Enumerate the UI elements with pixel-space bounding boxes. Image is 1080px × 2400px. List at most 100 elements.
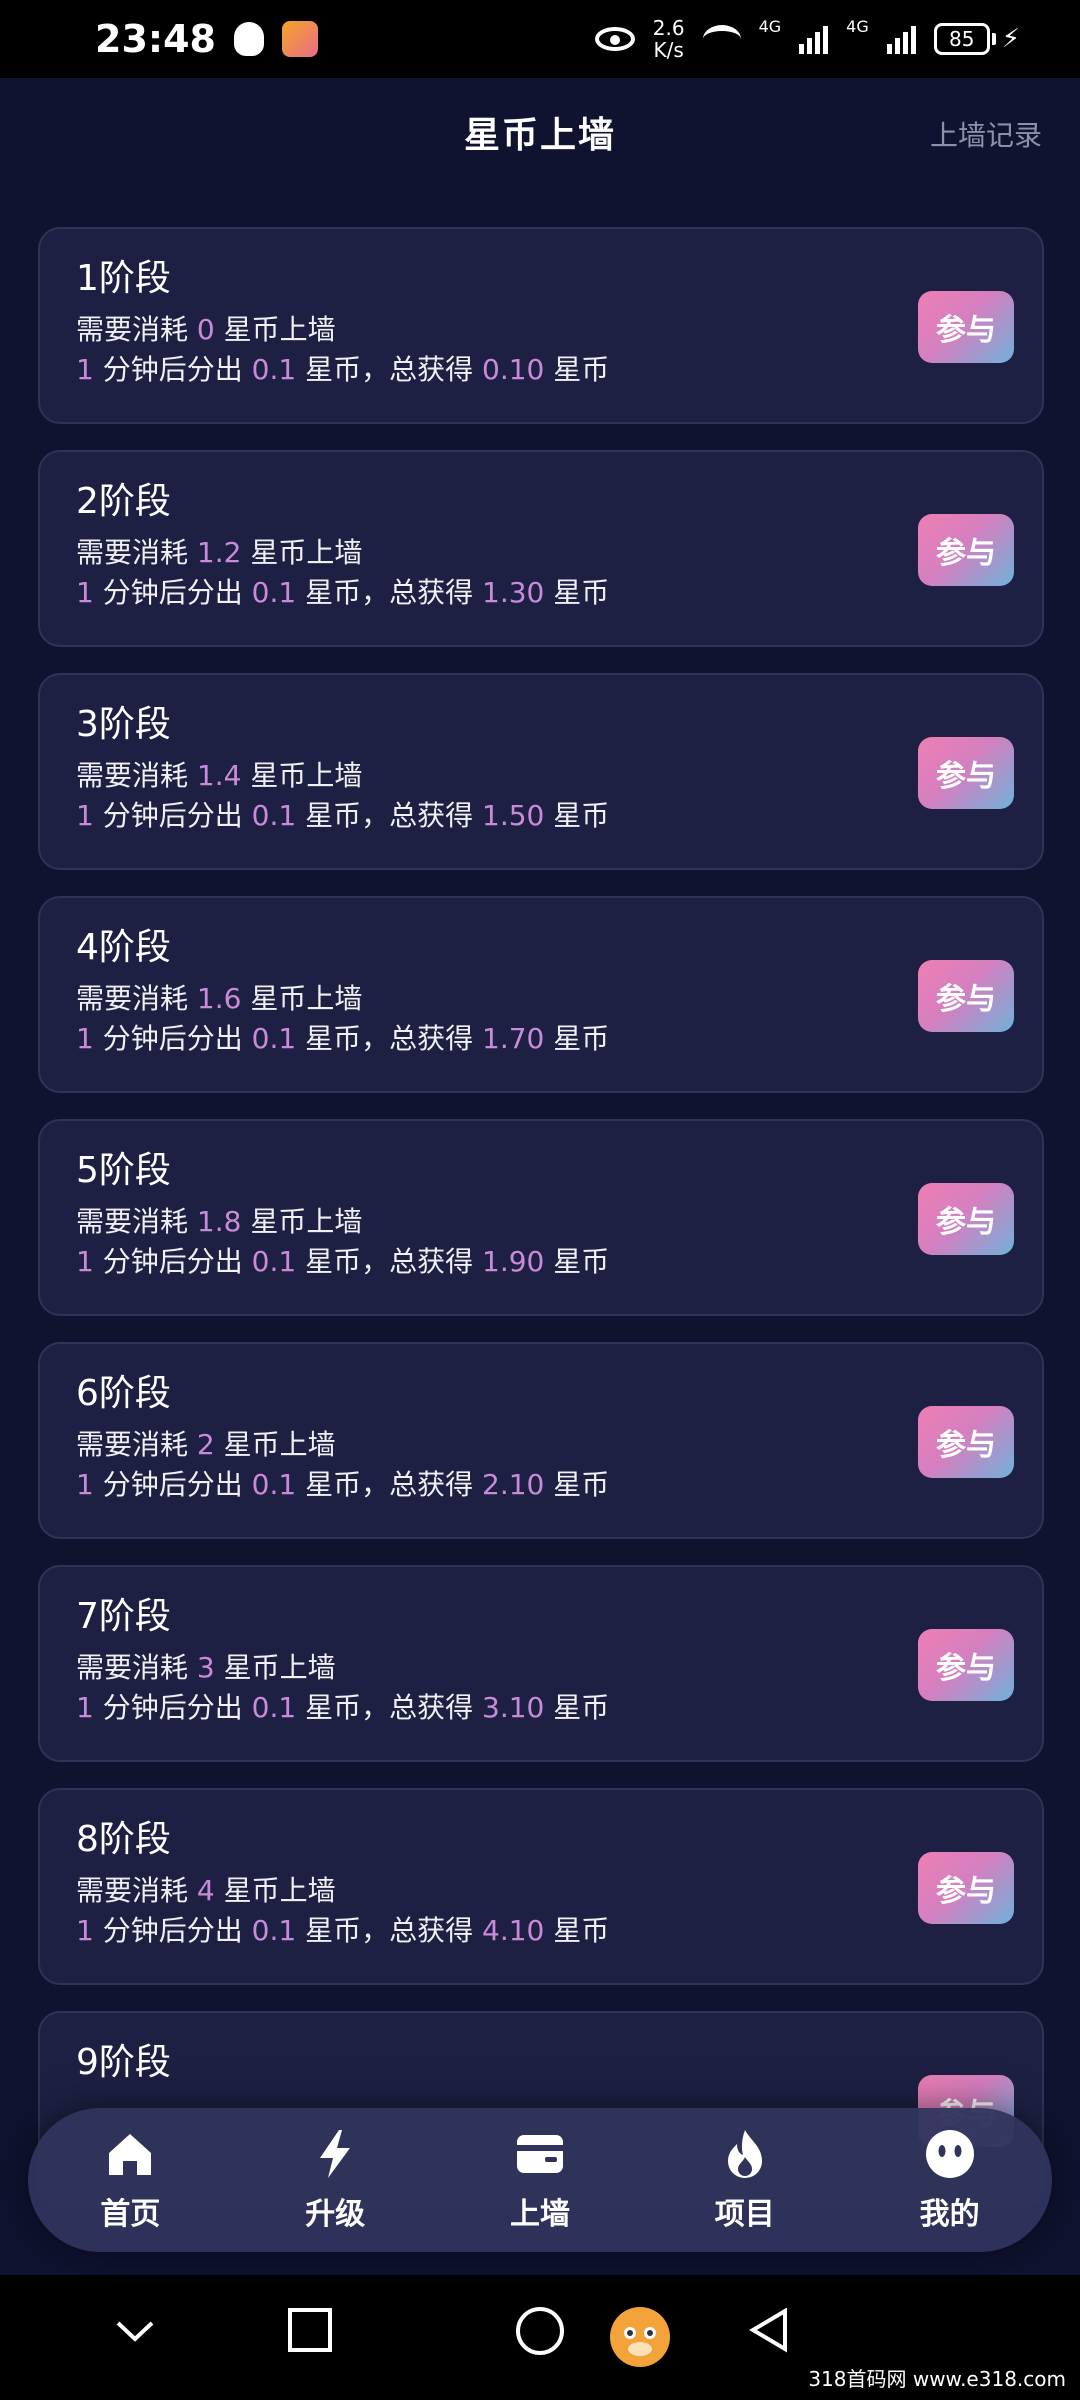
system-nav-bar: 318首码网 www.e318.com — [0, 2275, 1080, 2400]
tab-home[interactable]: 首页 — [60, 2127, 200, 2233]
recent-apps-icon[interactable] — [285, 2305, 335, 2359]
mascot-icon — [600, 2295, 680, 2379]
tab-upgrade[interactable]: 升级 — [265, 2127, 405, 2233]
face-icon — [923, 2127, 977, 2181]
minute-prefix: 分钟后分出 — [102, 576, 243, 609]
stage-reward-line: 1 分钟后分出 0.1 星币，总获得 2.10 星币 — [76, 1465, 1042, 1505]
minute-prefix: 分钟后分出 — [102, 1468, 243, 1501]
total-value: 3.10 — [482, 1691, 545, 1724]
cost-prefix: 需要消耗 — [76, 759, 189, 792]
total-suffix: 星币 — [553, 1245, 610, 1278]
stage-reward-line: 1 分钟后分出 0.1 星币，总获得 1.90 星币 — [76, 1242, 1042, 1282]
total-suffix: 星币 — [553, 799, 610, 832]
cost-suffix: 星币上墙 — [250, 536, 363, 569]
page-header: 星币上墙 上墙记录 — [0, 78, 1080, 193]
cost-suffix: 星币上墙 — [250, 982, 363, 1015]
minutes-value: 1 — [76, 1468, 94, 1501]
minute-prefix: 分钟后分出 — [102, 1245, 243, 1278]
cost-suffix: 星币上墙 — [223, 1428, 336, 1461]
signal-icon — [886, 24, 916, 54]
cost-value: 4 — [196, 1874, 215, 1907]
network-speed: 2.6 K/s — [653, 17, 685, 61]
tab-wall[interactable]: 上墙 — [470, 2127, 610, 2233]
minutes-value: 1 — [76, 1691, 94, 1724]
join-button[interactable]: 参与 — [918, 1406, 1014, 1478]
total-mid: 星币，总获得 — [305, 1914, 474, 1947]
home-circle-icon[interactable] — [514, 2305, 566, 2361]
total-suffix: 星币 — [553, 1022, 610, 1055]
stage-reward-line: 1 分钟后分出 0.1 星币，总获得 1.50 星币 — [76, 796, 1042, 836]
output-value: 0.1 — [251, 1245, 297, 1278]
stage-cost-line: 需要消耗 2 星币上墙 — [76, 1425, 1042, 1465]
total-value: 1.30 — [482, 576, 545, 609]
join-button[interactable]: 参与 — [918, 291, 1014, 363]
stage-card: 4阶段 需要消耗 1.6 星币上墙 1 分钟后分出 0.1 星币，总获得 1.7… — [38, 896, 1044, 1093]
total-mid: 星币，总获得 — [305, 1022, 474, 1055]
total-value: 2.10 — [482, 1468, 545, 1501]
cost-value: 0 — [196, 313, 215, 346]
stage-list: 1阶段 需要消耗 0 星币上墙 1 分钟后分出 0.1 星币，总获得 0.10 … — [38, 227, 1044, 2234]
join-button[interactable]: 参与 — [918, 514, 1014, 586]
total-suffix: 星币 — [553, 576, 610, 609]
cost-prefix: 需要消耗 — [76, 536, 189, 569]
stage-title: 7阶段 — [76, 1596, 171, 1637]
fire-icon — [718, 2127, 772, 2181]
stage-card: 2阶段 需要消耗 1.2 星币上墙 1 分钟后分出 0.1 星币，总获得 1.3… — [38, 450, 1044, 647]
total-mid: 星币，总获得 — [305, 576, 474, 609]
bottom-tab-bar: 首页 升级 上墙 项目 我的 — [28, 2108, 1052, 2252]
total-value: 0.10 — [482, 353, 545, 386]
page-title: 星币上墙 — [463, 115, 616, 156]
join-button[interactable]: 参与 — [918, 737, 1014, 809]
stage-reward-line: 1 分钟后分出 0.1 星币，总获得 1.70 星币 — [76, 1019, 1042, 1059]
card-icon — [513, 2127, 567, 2181]
join-button[interactable]: 参与 — [918, 960, 1014, 1032]
lightning-icon — [308, 2127, 362, 2181]
minutes-value: 1 — [76, 353, 94, 386]
cost-prefix: 需要消耗 — [76, 1651, 189, 1684]
output-value: 0.1 — [251, 1914, 297, 1947]
cost-value: 3 — [196, 1651, 215, 1684]
chevron-down-icon[interactable] — [110, 2305, 160, 2359]
stage-title: 2阶段 — [76, 481, 171, 522]
minutes-value: 1 — [76, 576, 94, 609]
wifi-icon — [702, 25, 741, 53]
record-link[interactable]: 上墙记录 — [930, 114, 1042, 154]
status-right: 2.6 K/s 4G 4G 85 ⚡ — [594, 17, 1020, 61]
stage-card: 5阶段 需要消耗 1.8 星币上墙 1 分钟后分出 0.1 星币，总获得 1.9… — [38, 1119, 1044, 1316]
join-button[interactable]: 参与 — [918, 1629, 1014, 1701]
cost-suffix: 星币上墙 — [223, 1874, 336, 1907]
stage-cost-line: 需要消耗 4 星币上墙 — [76, 1871, 1042, 1911]
qq-icon — [233, 22, 264, 56]
stage-cost-line: 需要消耗 1.6 星币上墙 — [76, 979, 1042, 1019]
total-mid: 星币，总获得 — [305, 1245, 474, 1278]
watermark: 318首码网 www.e318.com — [802, 2361, 1072, 2394]
output-value: 0.1 — [251, 576, 297, 609]
stage-title: 8阶段 — [76, 1819, 171, 1860]
cost-value: 1.6 — [196, 982, 242, 1015]
output-value: 0.1 — [251, 1022, 297, 1055]
cost-suffix: 星币上墙 — [223, 313, 336, 346]
join-button[interactable]: 参与 — [918, 1852, 1014, 1924]
output-value: 0.1 — [251, 1691, 297, 1724]
speed-unit: K/s — [653, 38, 684, 62]
cost-suffix: 星币上墙 — [250, 1205, 363, 1238]
tab-projects[interactable]: 项目 — [675, 2127, 815, 2233]
total-mid: 星币，总获得 — [305, 1468, 474, 1501]
minute-prefix: 分钟后分出 — [102, 1914, 243, 1947]
stage-card: 1阶段 需要消耗 0 星币上墙 1 分钟后分出 0.1 星币，总获得 0.10 … — [38, 227, 1044, 424]
cost-prefix: 需要消耗 — [76, 1874, 189, 1907]
app-badge-icon — [281, 21, 318, 57]
network-type-2: 4G — [846, 17, 869, 36]
back-icon[interactable] — [745, 2305, 795, 2359]
tab-label: 上墙 — [509, 2197, 570, 2232]
join-button[interactable]: 参与 — [918, 1183, 1014, 1255]
cost-prefix: 需要消耗 — [76, 1205, 189, 1238]
stage-card: 8阶段 需要消耗 4 星币上墙 1 分钟后分出 0.1 星币，总获得 4.10 … — [38, 1788, 1044, 1985]
tab-label: 首页 — [100, 2197, 161, 2232]
minute-prefix: 分钟后分出 — [102, 1022, 243, 1055]
tab-mine[interactable]: 我的 — [880, 2127, 1020, 2233]
minutes-value: 1 — [76, 1914, 94, 1947]
clock: 23:48 — [95, 17, 216, 61]
cost-suffix: 星币上墙 — [250, 759, 363, 792]
stage-reward-line: 1 分钟后分出 0.1 星币，总获得 4.10 星币 — [76, 1911, 1042, 1951]
